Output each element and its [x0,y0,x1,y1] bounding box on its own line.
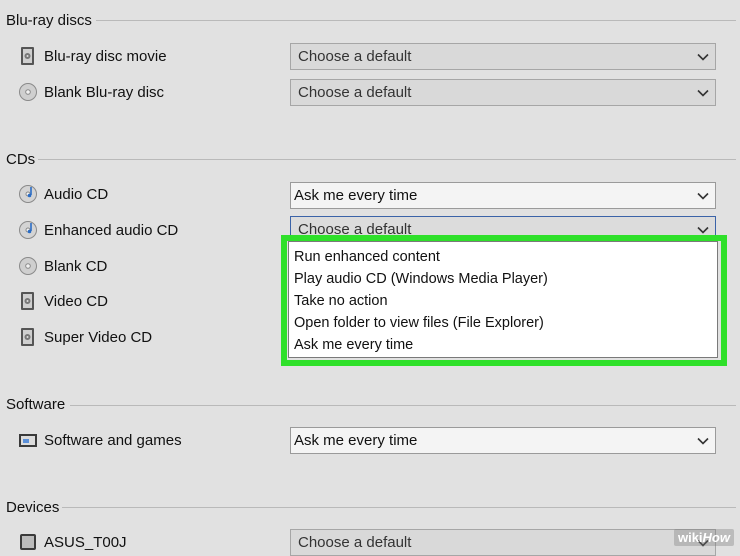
select-value: Ask me every time [294,432,418,449]
device-icon [20,534,36,550]
chevron-down-icon [697,53,709,61]
watermark-how: How [702,530,730,545]
select-value: Choose a default [298,534,412,551]
audio-cd-select[interactable]: Ask me every time [290,182,716,209]
chevron-down-icon [697,89,709,97]
section-header-bluray: Blu-ray discs [6,12,92,29]
row-label-audio-cd: Audio CD [44,186,109,203]
highlight-box [281,235,727,366]
asus-device-select[interactable]: Choose a default [290,529,716,556]
section-divider [38,159,736,160]
blank-disc-icon [19,257,37,275]
audio-cd-icon [19,185,37,203]
row-label-enhanced-audio-cd: Enhanced audio CD [44,222,179,239]
row-label-asus-device: ASUS_T00J [44,534,127,551]
row-label-video-cd: Video CD [44,293,108,310]
section-divider [62,507,736,508]
row-label-software-games: Software and games [44,432,182,449]
audio-cd-icon [19,221,37,239]
row-label-super-video-cd: Super Video CD [44,329,153,346]
bluray-movie-select[interactable]: Choose a default [290,43,716,70]
video-disc-icon [21,292,34,310]
section-header-cds: CDs [6,151,36,168]
bluray-disc-icon [21,47,34,65]
chevron-down-icon [697,192,709,200]
blank-disc-icon [19,83,37,101]
blank-bluray-select[interactable]: Choose a default [290,79,716,106]
section-divider [96,20,736,21]
row-label-blank-cd: Blank CD [44,258,108,275]
section-header-software: Software [6,396,66,413]
select-value: Ask me every time [294,187,418,204]
watermark-wiki: wiki [677,530,703,545]
row-label-bluray-movie: Blu-ray disc movie [44,48,167,65]
section-divider [70,405,736,406]
section-header-devices: Devices [6,499,60,516]
software-games-select[interactable]: Ask me every time [290,427,716,454]
select-value: Choose a default [298,84,412,101]
video-disc-icon [21,328,34,346]
wikihow-watermark: wikiHow [673,529,734,546]
row-label-blank-bluray: Blank Blu-ray disc [44,84,165,101]
select-value: Choose a default [298,48,412,65]
chevron-down-icon [697,437,709,445]
software-icon [19,434,37,447]
